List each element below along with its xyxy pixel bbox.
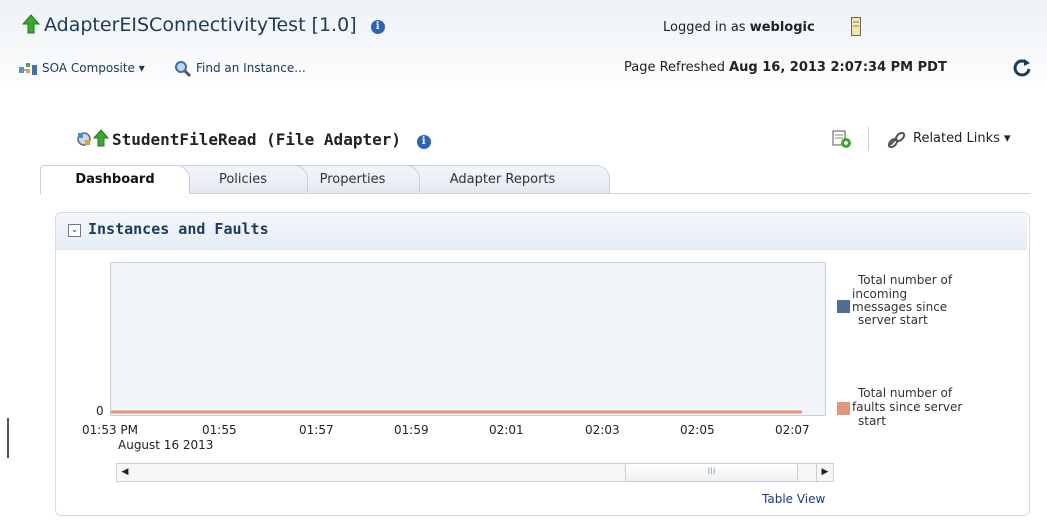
- login-info: Logged in as weblogic: [663, 20, 815, 35]
- scroll-left-icon[interactable]: ◀: [117, 464, 133, 481]
- link-icon: [887, 131, 906, 149]
- tab-policies[interactable]: Policies: [178, 165, 308, 193]
- tab-dashboard[interactable]: Dashboard: [40, 165, 190, 194]
- chevron-down-icon: ▾: [138, 61, 145, 75]
- search-icon: [175, 61, 192, 78]
- document-icon[interactable]: [851, 17, 861, 37]
- collapse-icon[interactable]: ⌄: [68, 224, 81, 237]
- scroll-right-icon[interactable]: ▶: [816, 464, 833, 481]
- toolbar-divider: [868, 127, 869, 151]
- legend-faults-line3: start: [858, 414, 886, 428]
- x-tick-label: 01:57: [299, 423, 334, 437]
- up-arrow-icon: [93, 129, 109, 147]
- legend-incoming-line4: server start: [858, 313, 928, 327]
- tab-adapter-reports[interactable]: Adapter Reports: [395, 165, 610, 193]
- legend-incoming-line1: Total number of: [858, 273, 953, 287]
- legend-swatch-incoming: [837, 300, 850, 313]
- x-tick-label: 02:01: [489, 423, 524, 437]
- adapter-icon: [77, 132, 91, 146]
- x-tick-label: 01:55: [202, 423, 237, 437]
- x-tick-label: 02:03: [585, 423, 620, 437]
- x-axis-date-label: August 16 2013: [118, 438, 214, 452]
- legend-faults-line1: Total number of: [858, 386, 953, 400]
- chart-series-svg: [111, 410, 802, 414]
- export-icon[interactable]: [831, 129, 853, 149]
- chevron-down-icon: ▾: [1004, 131, 1011, 146]
- x-tick-label: 01:53 PM: [82, 423, 138, 437]
- refresh-icon[interactable]: [1012, 58, 1032, 78]
- app-title: AdapterEISConnectivityTest [1.0] i: [44, 14, 385, 36]
- x-tick-label: 02:05: [680, 423, 715, 437]
- find-instance-link[interactable]: Find an Instance...: [196, 61, 306, 75]
- x-tick-label: 01:59: [394, 423, 429, 437]
- left-edge-marker: [7, 418, 9, 458]
- page-refreshed: Page Refreshed Aug 16, 2013 2:07:34 PM P…: [624, 60, 947, 75]
- legend-swatch-faults: [837, 402, 850, 415]
- info-icon[interactable]: i: [370, 20, 385, 34]
- info-icon[interactable]: i: [416, 135, 431, 149]
- chart-scrollbar[interactable]: ◀ III ▶: [116, 463, 834, 482]
- composite-icon: [19, 63, 37, 75]
- component-title: StudentFileRead (File Adapter) i: [112, 130, 431, 149]
- up-arrow-icon: [22, 14, 40, 34]
- x-tick-label: 02:07: [775, 423, 810, 437]
- table-view-link[interactable]: Table View: [762, 492, 825, 506]
- panel-title: Instances and Faults: [88, 220, 269, 238]
- chart-plot-area: [110, 262, 826, 416]
- y-tick-label: 0: [96, 404, 104, 418]
- scrollbar-thumb[interactable]: III: [625, 464, 798, 481]
- legend-faults-line2: faults since server: [852, 400, 963, 414]
- soa-composite-menu[interactable]: SOA Composite ▾: [42, 61, 145, 75]
- related-links-menu[interactable]: Related Links ▾: [913, 131, 1011, 146]
